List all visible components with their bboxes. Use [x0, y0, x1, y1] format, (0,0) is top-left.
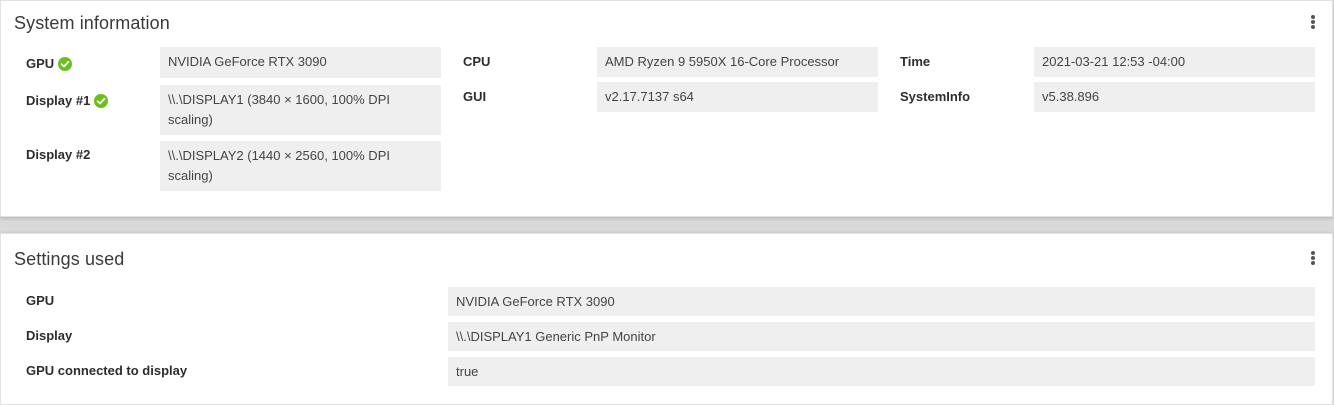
settings-gpu-label: GPU	[26, 293, 55, 308]
system-information-panel: System information GPU NVIDIA GeForce RT…	[0, 0, 1333, 217]
time-value: 2021-03-21 12:53 -04:00	[1034, 47, 1315, 77]
time-label: Time	[900, 54, 931, 69]
check-circle-icon	[94, 93, 109, 108]
gpu-connected-value: true	[448, 357, 1315, 386]
more-vertical-icon[interactable]	[1310, 251, 1316, 267]
cpu-value: AMD Ryzen 9 5950X 16-Core Processor	[597, 47, 878, 77]
check-circle-icon	[58, 56, 73, 71]
gpu-connected-label: GPU connected to display	[26, 363, 188, 378]
display2-value: \\.\DISPLAY2 (1440 × 2560, 100% DPI scal…	[160, 141, 441, 191]
display1-label-row: Display #1	[26, 93, 109, 108]
display1-value: \\.\DISPLAY1 (3840 × 1600, 100% DPI scal…	[160, 85, 441, 135]
gpu-label-row: GPU	[26, 56, 73, 71]
gpu-value: NVIDIA GeForce RTX 3090	[160, 47, 441, 78]
display1-label: Display #1	[26, 93, 91, 108]
settings-display-value: \\.\DISPLAY1 Generic PnP Monitor	[448, 322, 1315, 351]
gui-value: v2.17.7137 s64	[597, 82, 878, 112]
panel-title-system-information: System information	[14, 13, 170, 33]
more-vertical-icon[interactable]	[1310, 15, 1316, 31]
systeminfo-label: SystemInfo	[900, 89, 971, 104]
settings-used-panel: Settings used GPU NVIDIA GeForce RTX 309…	[0, 233, 1333, 405]
systeminfo-value: v5.38.896	[1034, 82, 1315, 112]
settings-gpu-value: NVIDIA GeForce RTX 3090	[448, 287, 1315, 316]
settings-display-label: Display	[26, 328, 73, 343]
display2-label: Display #2	[26, 147, 91, 162]
gui-label: GUI	[463, 89, 487, 104]
gpu-label: GPU	[26, 56, 55, 71]
cpu-label: CPU	[463, 54, 491, 69]
panel-title-settings-used: Settings used	[14, 249, 125, 269]
